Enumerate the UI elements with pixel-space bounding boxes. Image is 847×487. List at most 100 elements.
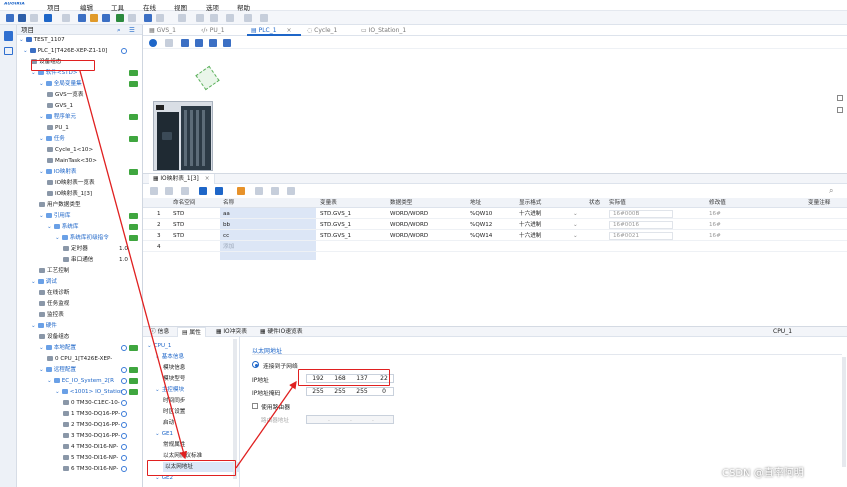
undo-icon[interactable] [44,14,52,22]
move-up-icon[interactable] [165,187,173,195]
prop-nav-item[interactable]: ⌄ 主控模块 [155,385,184,395]
tree-item[interactable]: Cycle_1<10> [47,145,93,155]
col-actual[interactable]: 实际值 [609,198,626,208]
chevron-down-icon[interactable]: ⌄ [573,231,578,241]
tree-item[interactable]: 0 TM30-C1EC-10- [63,398,120,408]
prop-nav-item[interactable]: 常规属性 [163,440,185,450]
tree-item[interactable]: 5 TM30-DI16-NP- [63,453,118,463]
export-icon[interactable] [215,187,223,195]
tab-cycle1[interactable]: ◌ Cycle_1 [303,25,355,36]
monitor-icon[interactable] [178,14,186,22]
tree-item[interactable]: 工艺控制 [39,266,69,276]
zoom-icon[interactable] [223,39,231,47]
tree-item[interactable]: 设备组态 [39,332,69,342]
tree-item[interactable]: ⌄ 引用库 [39,211,70,221]
tab-properties[interactable]: ▤ 属性 [177,327,206,337]
network-icon[interactable] [149,39,157,47]
window-icon[interactable] [244,14,252,22]
tree-item[interactable]: PU_1 [47,123,69,133]
chevron-down-icon[interactable]: ⌄ [39,136,44,142]
tree-item[interactable]: 串口通信 [63,255,93,265]
col-name[interactable]: 名称 [223,198,234,208]
force-icon[interactable] [271,187,279,195]
scrollbar[interactable] [233,339,237,479]
collapse-icon[interactable]: ☰ [129,25,135,35]
save-icon[interactable] [30,14,38,22]
tree-item[interactable]: 6 TM30-DI16-NP- [63,464,118,474]
cell-ns[interactable]: STD [173,220,184,230]
tree-item[interactable]: ⌄ 远程配置 [39,365,76,375]
cell-type[interactable]: WORD/WORD [390,209,428,219]
plc-device[interactable] [153,101,213,171]
mask-octet-3[interactable]: 255 [351,388,373,396]
chevron-down-icon[interactable]: ⌄ [155,431,160,437]
tree-item[interactable]: ⌄ IO映射表 [39,167,77,177]
cell-name[interactable]: 添加 [223,242,234,252]
prop-nav-item[interactable]: ⌄ GE1 [155,429,173,439]
tree-item[interactable]: 用户数据类型 [39,200,81,210]
compile-icon[interactable] [78,14,86,22]
move-down-icon[interactable] [181,187,189,195]
col-format[interactable]: 显示格式 [519,198,541,208]
go-online-icon[interactable] [116,14,124,22]
tree-item[interactable]: 0 CPU_1[T426E-XEP- [47,354,112,364]
tab-hw-io[interactable]: ▦ 硬件IO速览表 [257,327,306,337]
cell-table[interactable]: STD.GVS_1 [320,231,351,241]
cell-name[interactable]: cc [223,231,229,241]
unforce-icon[interactable] [287,187,295,195]
mask-octet-1[interactable]: 255 [307,388,329,396]
topology-icon[interactable] [209,39,217,47]
refresh-icon[interactable] [255,187,263,195]
cell-ns[interactable]: STD [173,209,184,219]
cell-fmt[interactable]: 十六进制 [519,209,541,219]
mask-octet-2[interactable]: 255 [329,388,351,396]
prop-nav-item[interactable]: 启动 [163,418,174,428]
col-var-table[interactable]: 变量表 [320,198,337,208]
mask-octet-4[interactable]: 0 [373,388,395,396]
chevron-down-icon[interactable]: ⌄ [47,378,52,384]
cell-addr[interactable]: %QW12 [470,220,492,230]
scrollbar[interactable] [842,357,846,467]
tree-item[interactable]: ⌄ 任务 [39,134,65,144]
table-row[interactable]: 1 STD aa STD.GVS_1 WORD/WORD %QW10 十六进制 16#000B… [143,209,847,219]
col-modify[interactable]: 修改值 [709,198,726,208]
col-namespace[interactable]: 命名空间 [173,198,195,208]
tree-item[interactable]: ⌄ EC_IO_System_2[R [47,376,114,386]
tree-item[interactable]: ⌄ 系统库初级指令 [55,233,109,243]
subnet-radio[interactable] [252,361,259,368]
download-icon[interactable] [90,14,98,22]
router-address-field[interactable]: . . . [306,415,394,424]
cell-ns[interactable]: STD [173,231,184,241]
tree-item[interactable]: IO映射表_1[3] [47,189,92,199]
go-offline-icon[interactable] [128,14,136,22]
canvas-side-icon[interactable] [837,95,843,101]
debug-icon[interactable] [210,14,218,22]
redo-icon[interactable] [62,14,70,22]
add-row-icon[interactable] [150,187,158,195]
chevron-down-icon[interactable]: ⌄ [39,114,44,120]
tree-item[interactable]: ⌄ 程序单元 [39,112,76,122]
tree-item[interactable]: GVS一览表 [47,90,84,100]
chevron-down-icon[interactable]: ⌄ [19,37,24,43]
device-canvas[interactable] [143,49,847,173]
chevron-down-icon[interactable]: ⌄ [39,213,44,219]
tab-io-station1[interactable]: ▭ IO_Station_1 [357,25,427,36]
cell-fmt[interactable]: 十六进制 [519,231,541,241]
tab-pu1[interactable]: ‹/› PU_1 [197,25,245,36]
tree-item[interactable]: ⌄ 调试 [31,277,57,287]
col-data-type[interactable]: 数据类型 [390,198,412,208]
prop-nav-item[interactable]: 模块型号 [163,374,185,384]
table-row[interactable]: 3 STD cc STD.GVS_1 WORD/WORD %QW14 十六进制 16#0021… [143,231,847,241]
grid-icon[interactable] [195,39,203,47]
cell-mod[interactable]: 16# [709,220,721,230]
tree-item[interactable]: 1 TM30-DQ16-PP- [63,409,120,419]
cell-type[interactable]: WORD/WORD [390,231,428,241]
chevron-down-icon[interactable]: ⌄ [31,279,36,285]
chevron-down-icon[interactable]: ⌄ [31,323,36,329]
prop-nav-item[interactable]: ⌄ CPU_1 [147,341,171,351]
tree-item[interactable]: 任务监视 [39,299,69,309]
tab-io-map[interactable]: ▦ IO映射表_1[3] × [149,174,215,184]
prop-nav-item[interactable]: 时间同步 [163,396,185,406]
tree-item[interactable]: 2 TM30-DQ16-PP- [63,420,120,430]
open-project-icon[interactable] [18,14,26,22]
